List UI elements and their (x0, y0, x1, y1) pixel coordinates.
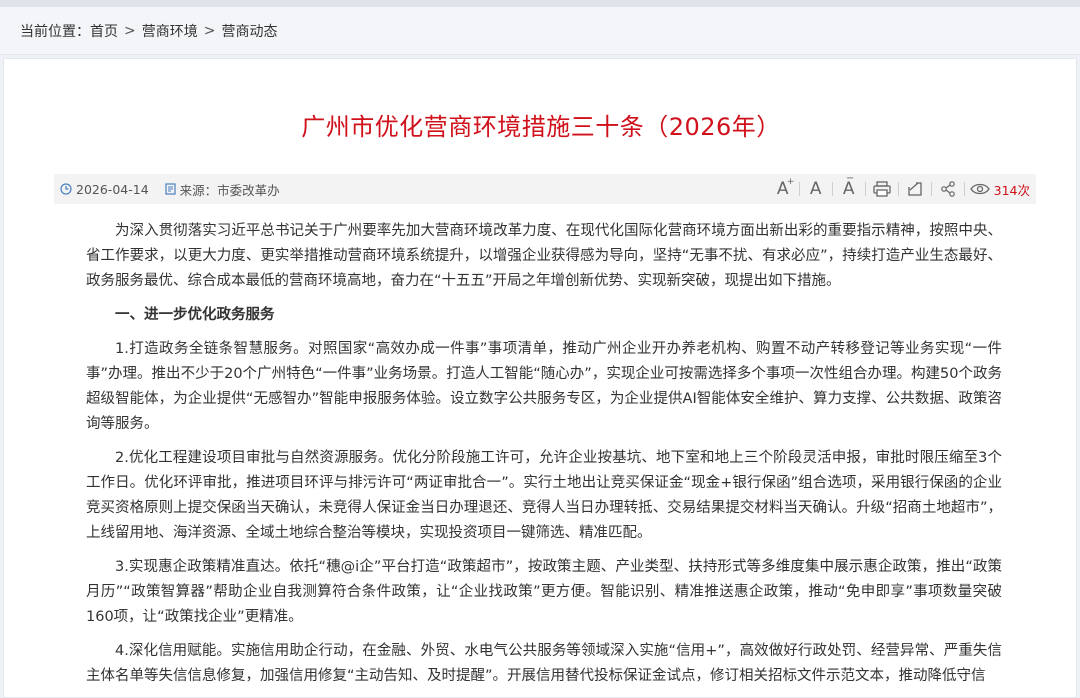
breadcrumb-separator: > (124, 22, 136, 39)
breadcrumb-separator: > (203, 22, 216, 39)
print-icon (872, 181, 891, 197)
font-smaller-icon: − A (842, 172, 855, 199)
font-normal-icon: A (809, 178, 822, 199)
breadcrumb-business-environment[interactable]: 营商环境 (142, 21, 198, 41)
article-meta-bar: 2026-04-14 来源：市委改革办 A + A − A 314次 (54, 172, 1036, 204)
toolbar-divider (963, 182, 965, 196)
toolbar-divider (798, 182, 800, 196)
body-paragraph: 3.实现惠企政策精准直达。依托“穗@i企”平台打造“政策超市”，按政策主题、产业… (86, 559, 1002, 625)
eye-icon (969, 183, 990, 195)
breadcrumb: 当前位置： 首页 > 营商环境 > 营商动态 (0, 7, 1080, 55)
font-smaller-button[interactable]: − A (838, 172, 860, 200)
article-source: 来源：市委改革办 (165, 180, 280, 199)
intro-paragraph: 为深入贯彻落实习近平总书记关于广州要率先加大营商环境改革力度、在现代化国际化营商… (86, 223, 1002, 289)
article-title: 广州市优化营商环境措施三十条（2026年） (301, 113, 781, 141)
share-icon (940, 181, 955, 197)
font-larger-button[interactable]: A + (772, 176, 795, 200)
view-count-text: 314次 (993, 182, 1030, 198)
toolbar-divider (897, 182, 899, 196)
article-panel: 广州市优化营商环境措施三十条（2026年） 2026-04-14 来源：市委改革… (3, 58, 1077, 698)
share-button[interactable] (937, 178, 959, 200)
top-strip (0, 0, 1080, 7)
clock-icon (60, 183, 72, 195)
breadcrumb-business-news[interactable]: 营商动态 (221, 21, 277, 41)
toolbar-divider (831, 182, 833, 196)
export-button[interactable] (904, 178, 926, 200)
export-icon (907, 182, 922, 196)
print-button[interactable] (871, 178, 893, 200)
body-paragraph: 1.打造政务全链条智慧服务。对照国家“高效办成一件事”事项清单，推动广州企业开办… (86, 341, 1002, 432)
toolbar-divider (864, 182, 866, 196)
breadcrumb-label: 当前位置： (20, 23, 90, 40)
body-paragraph: 2.优化工程建设项目审批与自然资源服务。优化分阶段施工许可，允许企业按基坑、地下… (86, 450, 1002, 541)
view-count: 314次 (969, 180, 1030, 199)
article-source-text: 来源：市委改革办 (179, 182, 280, 198)
font-normal-button[interactable]: A (805, 178, 827, 200)
document-icon (165, 183, 176, 195)
section-heading: 一、进一步优化政务服务 (115, 307, 275, 323)
article-body: 为深入贯彻落实习近平总书记关于广州要率先加大营商环境改革力度、在现代化国际化营商… (86, 219, 1002, 698)
font-larger-icon: A + (776, 176, 795, 199)
body-paragraph: 4.深化信用赋能。实施信用助企行动，在金融、外贸、水电气公共服务等领域深入实施“… (86, 643, 1002, 684)
toolbar-divider (930, 182, 932, 196)
breadcrumb-home[interactable]: 首页 (90, 21, 118, 41)
publish-date-text: 2026-04-14 (76, 181, 149, 197)
publish-date: 2026-04-14 (60, 182, 149, 197)
